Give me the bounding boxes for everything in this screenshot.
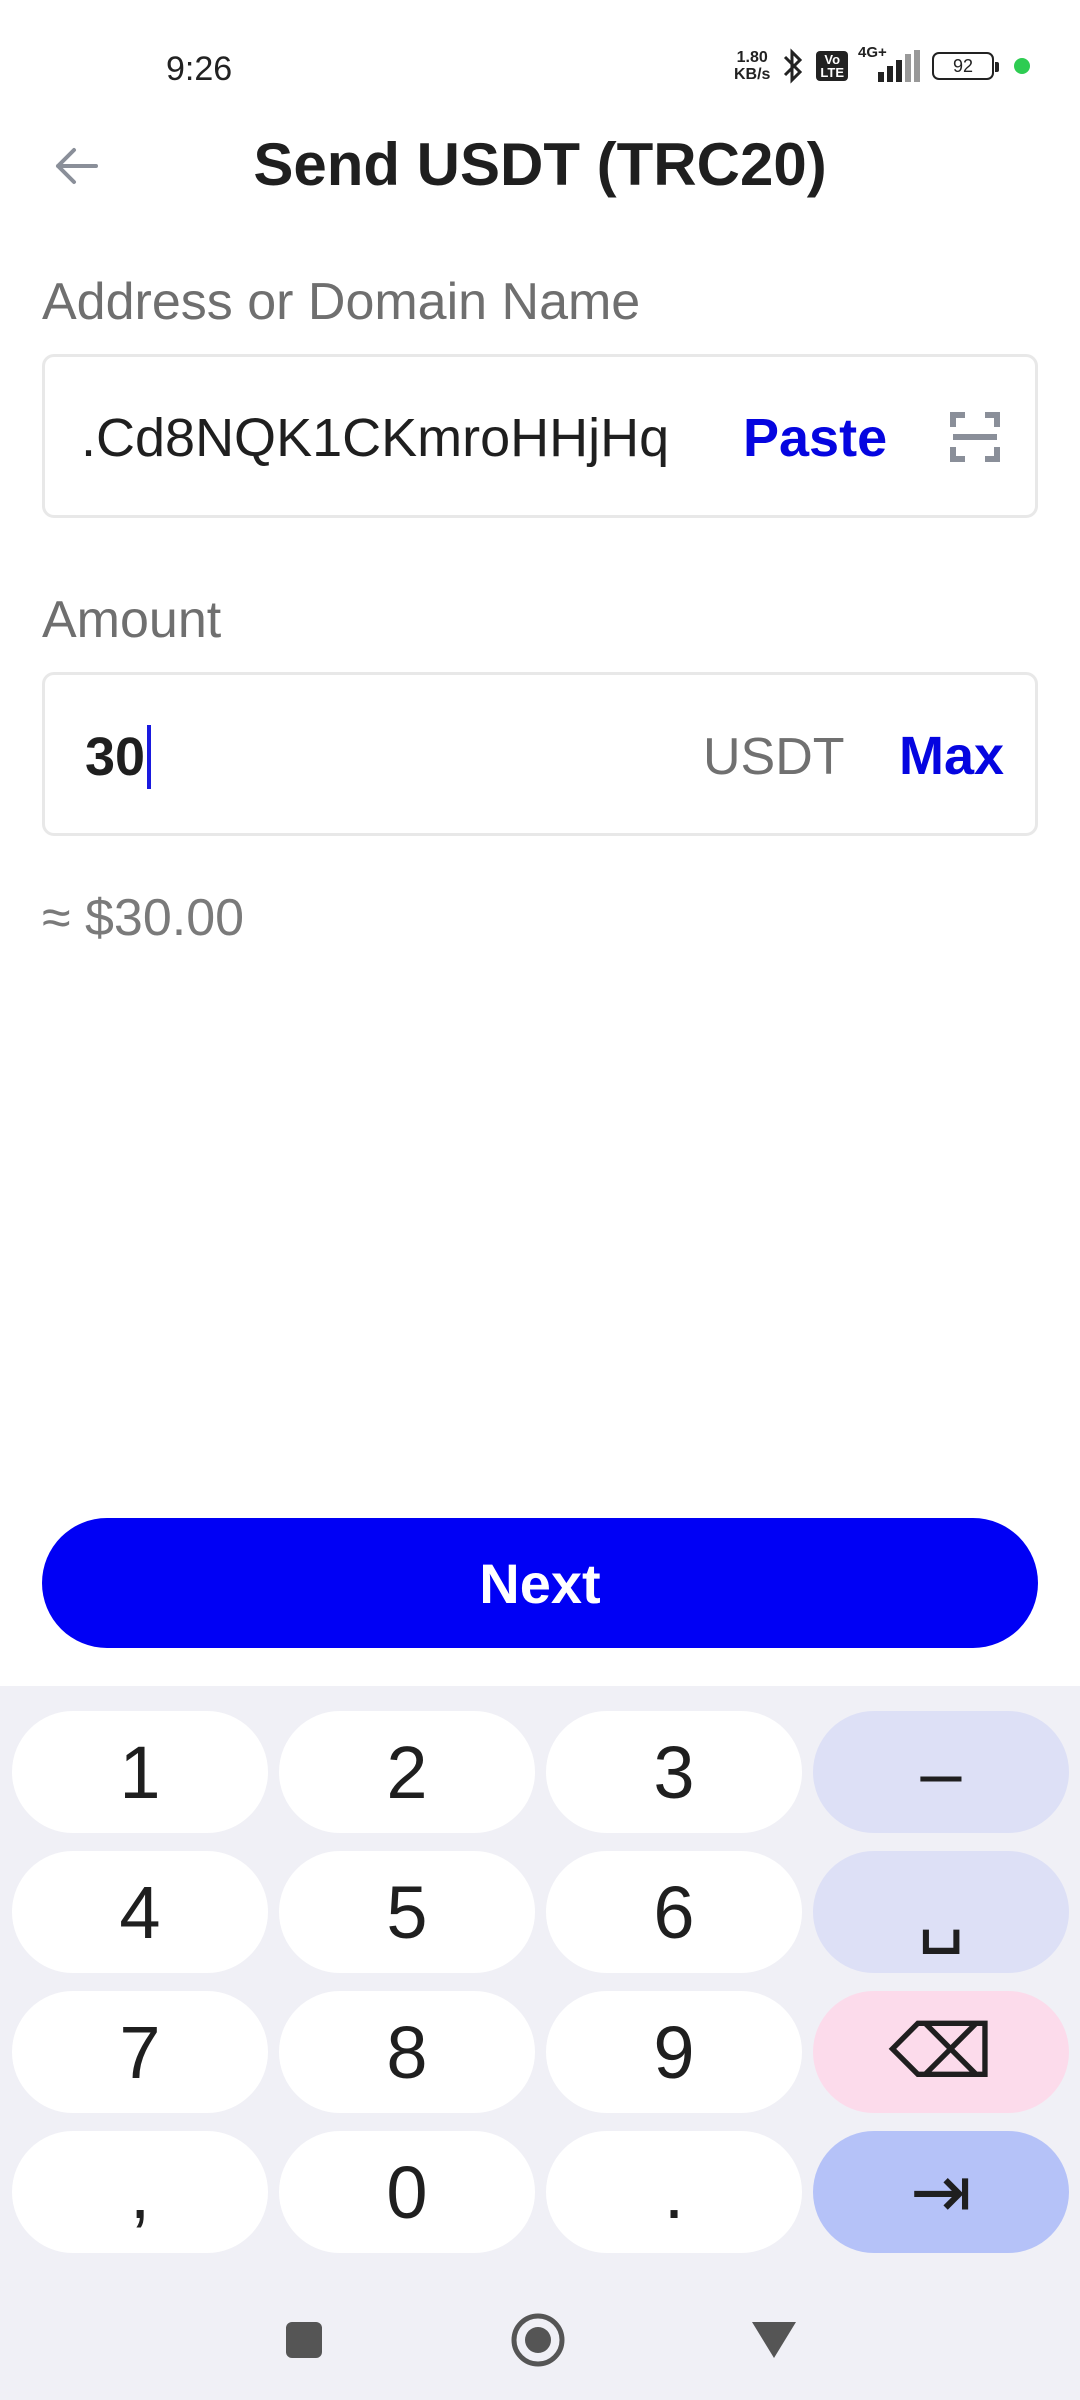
- scan-icon[interactable]: [945, 407, 1005, 467]
- address-input[interactable]: .Cd8NQK1CKmroHHjHq: [81, 407, 669, 469]
- next-field-key[interactable]: ⇥: [813, 2131, 1069, 2253]
- triangle-icon: [752, 2322, 796, 2358]
- key-space[interactable]: ␣: [813, 1851, 1069, 1973]
- backspace-key[interactable]: ⌫: [813, 1991, 1069, 2113]
- key-5[interactable]: 5: [279, 1851, 535, 1973]
- home-button[interactable]: [508, 2310, 568, 2370]
- key-3[interactable]: 3: [546, 1711, 802, 1833]
- send-usdt-screen: 9:26 1.80 KB/s Vo LTE 4G+ 92 Send USDT (…: [0, 0, 1080, 2400]
- paste-button[interactable]: Paste: [743, 407, 887, 469]
- amount-input[interactable]: 30: [85, 725, 152, 789]
- key-period[interactable]: .: [546, 2131, 802, 2253]
- system-nav-bar: [0, 2280, 1080, 2400]
- network-type: 4G+: [858, 44, 887, 61]
- square-icon: [286, 2322, 322, 2358]
- battery-icon: 92: [932, 52, 999, 80]
- max-button[interactable]: Max: [899, 725, 1004, 787]
- amount-field[interactable]: 30 USDT Max: [42, 672, 1038, 836]
- status-bar: 9:26 1.80 KB/s Vo LTE 4G+ 92: [0, 0, 1080, 130]
- network-speed: 1.80 KB/s: [734, 49, 770, 83]
- text-cursor: [147, 725, 152, 789]
- circle-icon: [511, 2313, 565, 2367]
- bluetooth-icon: [784, 48, 803, 84]
- page-title: Send USDT (TRC20): [253, 131, 827, 198]
- amount-label: Amount: [42, 591, 222, 649]
- key-comma[interactable]: ,: [12, 2131, 268, 2253]
- fiat-estimate: ≈ $30.00: [42, 889, 245, 947]
- signal-icon: 4G+: [858, 44, 920, 82]
- status-time: 9:26: [166, 50, 233, 88]
- next-button[interactable]: Next: [42, 1518, 1038, 1648]
- address-label: Address or Domain Name: [42, 273, 641, 331]
- status-icons: 1.80 KB/s Vo LTE 4G+ 92: [734, 44, 1030, 84]
- amount-value: 30: [85, 727, 146, 787]
- network-speed-unit: KB/s: [733, 66, 771, 83]
- currency-unit: USDT: [703, 728, 845, 786]
- key-2[interactable]: 2: [279, 1711, 535, 1833]
- address-field[interactable]: .Cd8NQK1CKmroHHjHq Paste: [42, 354, 1038, 518]
- key-4[interactable]: 4: [12, 1851, 268, 1973]
- volte-icon: Vo LTE: [816, 51, 848, 81]
- key-7[interactable]: 7: [12, 1991, 268, 2113]
- network-speed-value: 1.80: [736, 49, 768, 66]
- battery-level: 92: [952, 55, 974, 76]
- status-dot: [1014, 58, 1030, 74]
- key-8[interactable]: 8: [279, 1991, 535, 2113]
- key-minus[interactable]: –: [813, 1711, 1069, 1833]
- key-0[interactable]: 0: [279, 2131, 535, 2253]
- recents-button[interactable]: [274, 2310, 334, 2370]
- key-1[interactable]: 1: [12, 1711, 268, 1833]
- key-6[interactable]: 6: [546, 1851, 802, 1973]
- key-9[interactable]: 9: [546, 1991, 802, 2113]
- back-nav-button[interactable]: [744, 2310, 804, 2370]
